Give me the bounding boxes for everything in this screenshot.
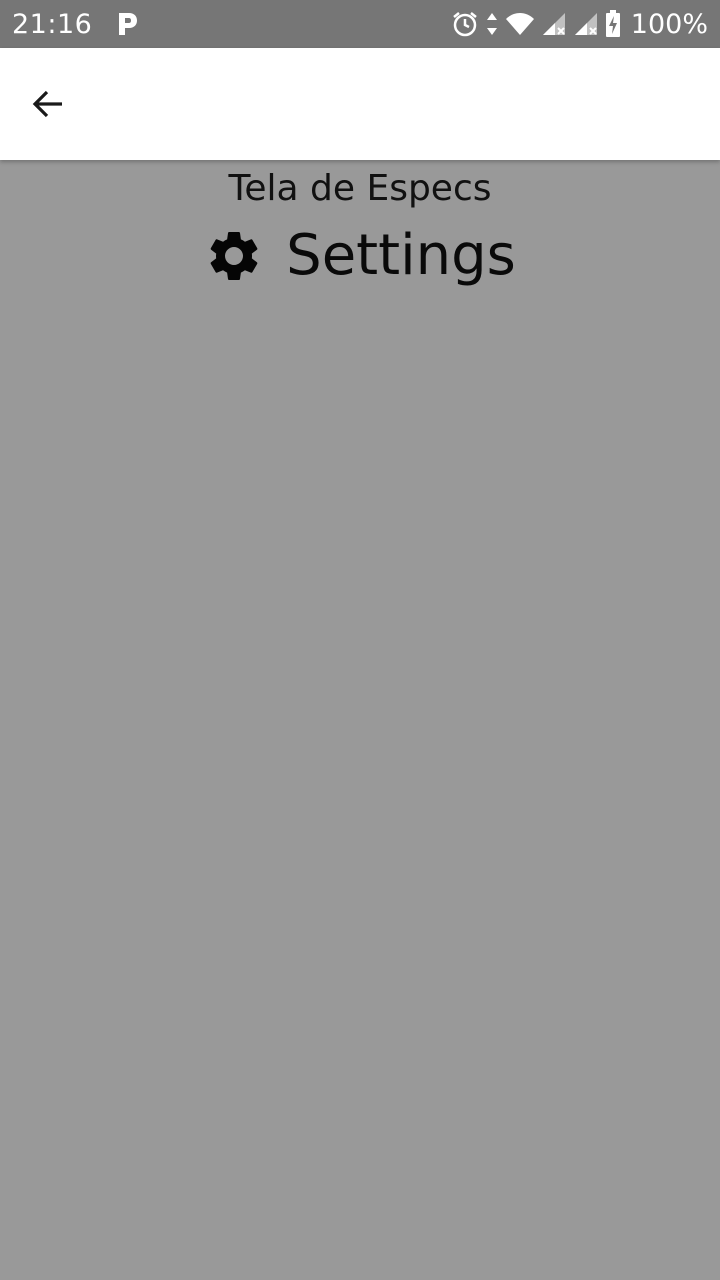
app-bar bbox=[0, 48, 720, 160]
status-time: 21:16 bbox=[12, 8, 93, 40]
status-bar: 21:16 100% bbox=[0, 0, 720, 48]
wifi-icon bbox=[505, 12, 535, 36]
page-subtitle: Tela de Especs bbox=[228, 168, 492, 209]
main-content: Tela de Especs Settings bbox=[0, 160, 720, 288]
signal-icon bbox=[573, 11, 599, 37]
alarm-icon bbox=[451, 10, 479, 38]
gear-icon bbox=[204, 226, 264, 286]
signal-icon bbox=[541, 11, 567, 37]
data-arrows-icon bbox=[485, 11, 499, 37]
settings-heading: Settings bbox=[0, 223, 720, 288]
status-icons: 100% bbox=[451, 9, 708, 40]
battery-charging-icon bbox=[605, 10, 621, 38]
battery-percent: 100% bbox=[630, 8, 708, 40]
settings-title: Settings bbox=[286, 223, 516, 288]
parking-icon bbox=[116, 11, 140, 37]
screen: 21:16 100% Tela de Especs Settings bbox=[0, 0, 720, 1280]
back-arrow-icon bbox=[30, 86, 66, 122]
back-button[interactable] bbox=[20, 76, 76, 132]
